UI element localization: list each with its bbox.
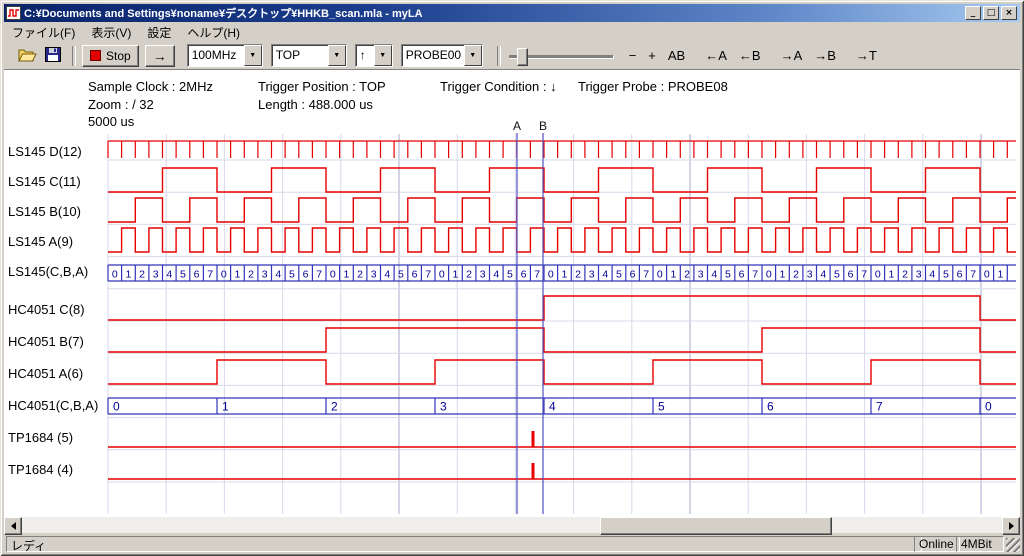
- zoom-slider[interactable]: [507, 45, 615, 67]
- goto-trigger-button[interactable]: →T: [852, 46, 881, 65]
- sample-clock-info: Sample Clock : 2MHz: [88, 79, 213, 94]
- stop-button[interactable]: Stop: [82, 45, 139, 67]
- trigger-probe-select[interactable]: PROBE00 ▼: [401, 44, 483, 67]
- channel-label: LS145(C,B,A): [8, 264, 88, 279]
- channel-label: LS145 B(10): [8, 204, 81, 219]
- menu-settings[interactable]: 設定: [139, 22, 179, 43]
- channel-label: HC4051 A(6): [8, 366, 83, 381]
- scrollbar-thumb[interactable]: [600, 517, 832, 535]
- channel-label: HC4051(C,B,A): [8, 398, 98, 413]
- length-info: Length : 488.000 us: [258, 97, 373, 112]
- stop-icon: [90, 50, 101, 61]
- zoom-out-button[interactable]: −: [625, 46, 641, 65]
- trigger-position-info: Trigger Position : TOP: [258, 79, 386, 94]
- chevron-down-icon[interactable]: ▼: [374, 45, 392, 66]
- zoom-info: Zoom : / 32: [88, 97, 154, 112]
- waveform-panel[interactable]: Sample Clock : 2MHz Trigger Position : T…: [4, 70, 1020, 517]
- minimize-button[interactable]: _: [965, 6, 981, 20]
- channel-label: LS145 A(9): [8, 234, 73, 249]
- channel-label: LS145 D(12): [8, 144, 82, 159]
- timescale-label: 5000 us: [88, 114, 134, 129]
- open-button[interactable]: [14, 45, 38, 67]
- menu-help[interactable]: ヘルプ(H): [179, 22, 248, 43]
- chevron-down-icon[interactable]: ▼: [244, 45, 262, 66]
- status-ready: レディ: [6, 536, 922, 552]
- run-arrow-icon: →: [153, 48, 167, 64]
- trigger-position-select[interactable]: TOP ▼: [271, 44, 347, 67]
- app-icon: [6, 6, 21, 20]
- goto-a-right-button[interactable]: →A: [777, 46, 807, 65]
- channel-label: TP1684 (4): [8, 462, 73, 477]
- sample-clock-select[interactable]: 100MHz ▼: [187, 44, 263, 67]
- app-window: C:¥Documents and Settings¥noname¥デスクトップ¥…: [0, 0, 1024, 556]
- floppy-disk-icon: [45, 47, 61, 62]
- trigger-probe-info: Trigger Probe : PROBE08: [578, 79, 728, 94]
- statusbar: レディ Online 4MBit: [4, 535, 1020, 552]
- slider-thumb[interactable]: [517, 48, 528, 66]
- menu-view[interactable]: 表示(V): [83, 22, 139, 43]
- chevron-down-icon[interactable]: ▼: [328, 45, 346, 66]
- save-button[interactable]: [40, 45, 64, 67]
- channel-label: LS145 C(11): [8, 174, 81, 189]
- goto-b-right-button[interactable]: →B: [810, 46, 840, 65]
- open-folder-icon: [18, 47, 37, 62]
- resize-grip[interactable]: [1006, 538, 1020, 552]
- trigger-condition-info: Trigger Condition : ↓: [440, 79, 557, 94]
- status-online: Online: [914, 536, 960, 552]
- channel-label: TP1684 (5): [8, 430, 73, 445]
- menubar: ファイル(F) 表示(V) 設定 ヘルプ(H): [4, 23, 1020, 41]
- ab-button[interactable]: AB: [664, 46, 689, 65]
- maximize-button[interactable]: □: [983, 6, 999, 20]
- status-memory: 4MBit: [956, 536, 1004, 552]
- stop-label: Stop: [106, 49, 131, 63]
- goto-a-left-button[interactable]: ←A: [701, 46, 731, 65]
- window-title: C:¥Documents and Settings¥noname¥デスクトップ¥…: [24, 5, 965, 21]
- arrow-right-icon: [1009, 522, 1018, 530]
- toolbar: Stop → 100MHz ▼ TOP ▼ ↑ ▼ PROBE00 ▼ − + …: [4, 42, 1020, 70]
- horizontal-scrollbar[interactable]: [4, 517, 1020, 533]
- zoom-in-button[interactable]: +: [644, 46, 660, 65]
- chevron-down-icon[interactable]: ▼: [464, 45, 482, 66]
- toolbar-separator: [72, 46, 76, 66]
- arrow-left-icon: [7, 522, 16, 530]
- run-button[interactable]: →: [145, 45, 175, 67]
- toolbar-separator: [497, 46, 501, 66]
- menu-file[interactable]: ファイル(F): [4, 22, 83, 43]
- close-button[interactable]: ×: [1001, 6, 1017, 20]
- scroll-right-button[interactable]: [1002, 517, 1020, 535]
- titlebar[interactable]: C:¥Documents and Settings¥noname¥デスクトップ¥…: [4, 4, 1020, 22]
- channel-label: HC4051 B(7): [8, 334, 84, 349]
- trigger-edge-select[interactable]: ↑ ▼: [355, 44, 393, 67]
- scroll-left-button[interactable]: [4, 517, 22, 535]
- goto-b-left-button[interactable]: ←B: [735, 46, 765, 65]
- channel-label: HC4051 C(8): [8, 302, 85, 317]
